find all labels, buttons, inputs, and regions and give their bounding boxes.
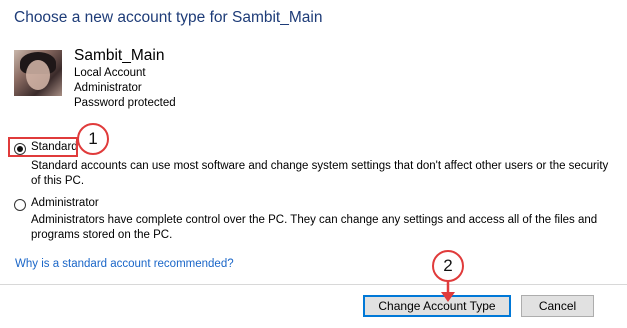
account-type: Local Account	[74, 67, 146, 79]
administrator-label[interactable]: Administrator	[31, 197, 99, 209]
standard-description: Standard accounts can use most software …	[31, 160, 609, 187]
change-account-type-button[interactable]: Change Account Type	[363, 295, 511, 317]
administrator-radio[interactable]	[14, 199, 26, 211]
step-2-badge: 2	[432, 250, 464, 282]
annotation-highlight-box	[8, 137, 78, 157]
annotation-arrow-icon	[441, 280, 455, 302]
footer-divider	[0, 284, 627, 285]
help-link[interactable]: Why is a standard account recommended?	[15, 258, 234, 270]
avatar-face	[26, 60, 50, 90]
account-role: Administrator	[74, 82, 142, 94]
account-name: Sambit_Main	[74, 47, 165, 64]
user-avatar	[14, 50, 62, 96]
step-1-badge: 1	[77, 123, 109, 155]
change-account-type-dialog: Choose a new account type for Sambit_Mai…	[0, 0, 627, 328]
page-title: Choose a new account type for Sambit_Mai…	[14, 9, 323, 26]
administrator-description: Administrators have complete control ove…	[31, 214, 598, 241]
account-security: Password protected	[74, 97, 176, 109]
cancel-button[interactable]: Cancel	[521, 295, 594, 317]
